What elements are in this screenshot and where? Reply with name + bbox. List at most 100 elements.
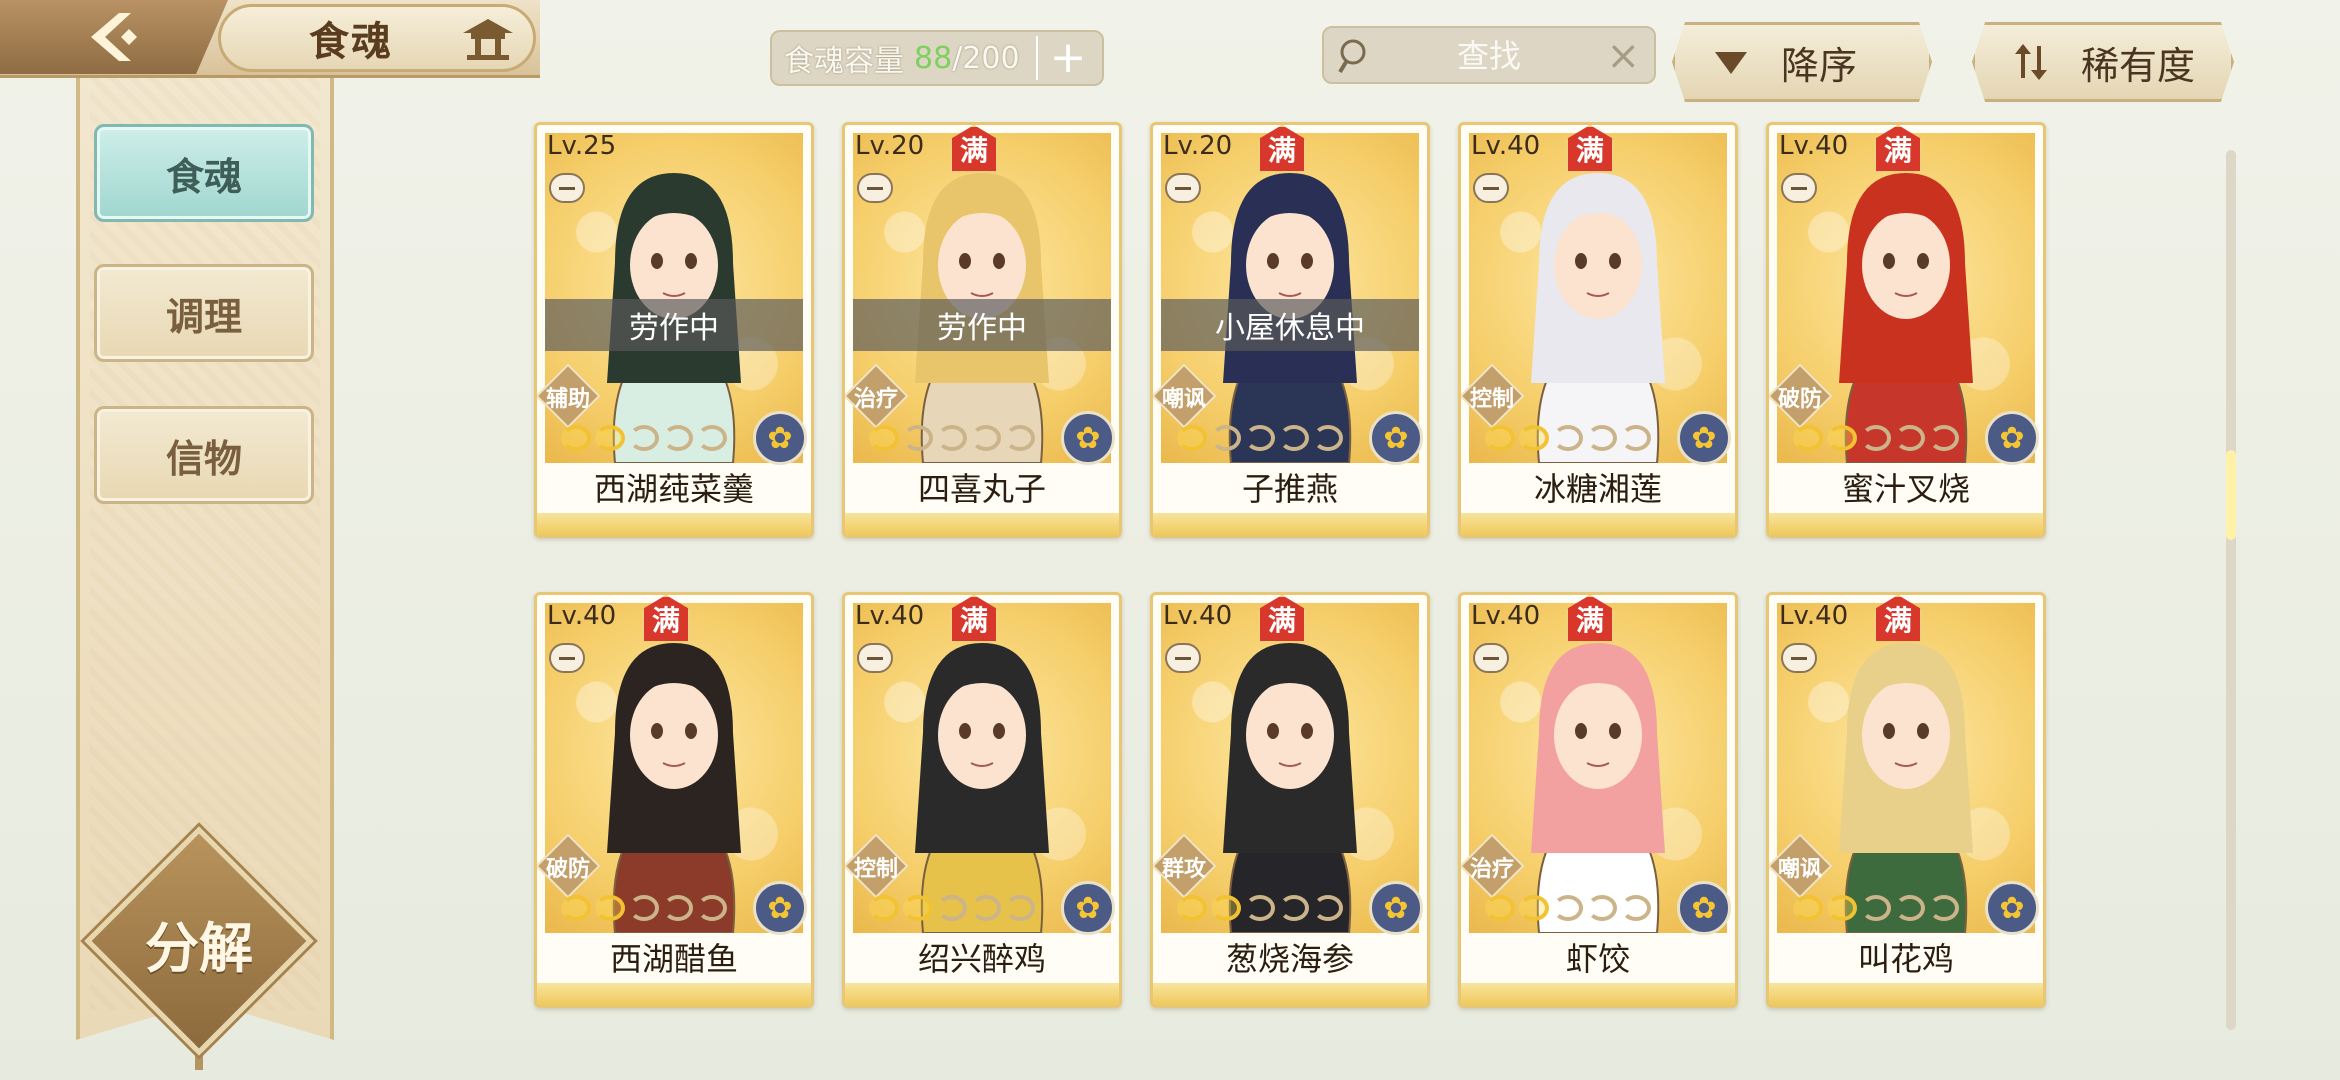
pavilion-icon [463, 19, 513, 60]
lock-toggle-icon[interactable] [1781, 173, 1817, 203]
role-tag: 辅助 [537, 363, 601, 429]
lock-toggle-icon[interactable] [1165, 643, 1201, 673]
scrollbar-thumb[interactable] [2226, 450, 2236, 540]
soul-card[interactable]: Lv.40 满嘲讽 ✿ 叫花鸡 [1766, 592, 2046, 1008]
soul-card[interactable]: Lv.20 满劳作中 治疗 ✿ 四喜丸子 [842, 122, 1122, 538]
soul-card[interactable]: Lv.40 满治疗 ✿ 虾饺 [1458, 592, 1738, 1008]
card-base-strip [537, 983, 811, 1005]
level-label: Lv.25 [547, 131, 617, 161]
star-icon [629, 425, 659, 451]
soul-name: 叫花鸡 [1857, 940, 1954, 978]
star-icon [1211, 895, 1241, 921]
soul-card[interactable]: Lv.40 满破防 ✿ 蜜汁叉烧 [1766, 122, 2046, 538]
star-icon [663, 895, 693, 921]
star-icon [903, 425, 933, 451]
star-rating [1485, 425, 1651, 451]
status-bar: 劳作中 [853, 299, 1111, 351]
soul-card[interactable]: Lv.40 满控制 ✿ 绍兴醉鸡 [842, 592, 1122, 1008]
star-icon [1861, 895, 1891, 921]
star-rating [1177, 425, 1343, 451]
star-icon [1929, 895, 1959, 921]
sort-key-button[interactable]: 稀有度 [1972, 22, 2234, 102]
star-icon [1621, 895, 1651, 921]
clear-search-button[interactable]: × [1606, 36, 1640, 76]
flower-icon: ✿ [1061, 881, 1115, 935]
star-rating [1485, 895, 1651, 921]
sort-order-button[interactable]: 降序 [1672, 22, 1932, 102]
star-icon [937, 895, 967, 921]
star-icon [869, 895, 899, 921]
search-input[interactable] [1384, 34, 1594, 78]
lock-toggle-icon[interactable] [549, 173, 585, 203]
star-icon [1827, 425, 1857, 451]
star-icon [1929, 425, 1959, 451]
lock-toggle-icon[interactable] [1473, 643, 1509, 673]
soul-card[interactable]: Lv.40 满群攻 ✿ 葱烧海参 [1150, 592, 1430, 1008]
lock-toggle-icon[interactable] [857, 643, 893, 673]
search-box[interactable]: × [1322, 26, 1656, 84]
star-rating [869, 895, 1035, 921]
flower-icon: ✿ [1985, 411, 2039, 465]
flower-icon: ✿ [1369, 881, 1423, 935]
soul-card[interactable]: Lv.20 满小屋休息中 嘲讽 ✿ 子推燕 [1150, 122, 1430, 538]
star-icon [1211, 425, 1241, 451]
sidebar-item-soul[interactable]: 食魂 [94, 124, 314, 222]
card-base-strip [1153, 513, 1427, 535]
role-tag: 治疗 [1461, 833, 1525, 899]
lock-toggle-icon[interactable] [1473, 173, 1509, 203]
star-icon [1245, 895, 1275, 921]
lock-toggle-icon[interactable] [857, 173, 893, 203]
level-label: Lv.20 [1163, 131, 1233, 161]
star-icon [1587, 425, 1617, 451]
star-rating [1793, 895, 1959, 921]
capacity-current: 88 [914, 40, 953, 76]
flower-icon: ✿ [753, 411, 807, 465]
sort-arrows-icon [2015, 44, 2047, 80]
flower-icon: ✿ [1061, 411, 1115, 465]
sidebar-item-token[interactable]: 信物 [94, 406, 314, 504]
star-icon [1245, 425, 1275, 451]
role-label: 破防 [545, 857, 590, 882]
scrollbar-track[interactable] [2226, 150, 2236, 1030]
flower-icon: ✿ [1985, 881, 2039, 935]
role-label: 辅助 [545, 387, 590, 412]
soul-card[interactable]: Lv.40 满破防 ✿ 西湖醋鱼 [534, 592, 814, 1008]
soul-card[interactable]: Lv.40 满控制 ✿ 冰糖湘莲 [1458, 122, 1738, 538]
role-tag: 嘲讽 [1153, 363, 1217, 429]
soul-card[interactable]: Lv.25 劳作中 辅助 ✿ 西湖莼菜羹 [534, 122, 814, 538]
star-rating [1177, 895, 1343, 921]
lock-toggle-icon[interactable] [549, 643, 585, 673]
star-icon [1519, 425, 1549, 451]
soul-name: 蜜汁叉烧 [1841, 470, 1970, 508]
star-icon [1519, 895, 1549, 921]
role-label: 控制 [1469, 387, 1514, 412]
lock-toggle-icon[interactable] [1781, 643, 1817, 673]
capacity-label: 食魂容量 [784, 44, 904, 79]
soul-name: 葱烧海参 [1225, 940, 1354, 978]
status-bar: 小屋休息中 [1161, 299, 1419, 351]
role-label: 控制 [853, 857, 898, 882]
role-label: 嘲讽 [1777, 857, 1822, 882]
star-icon [903, 895, 933, 921]
role-tag: 破防 [1769, 363, 1833, 429]
star-icon [1587, 895, 1617, 921]
card-base-strip [1769, 983, 2043, 1005]
star-icon [1793, 425, 1823, 451]
flower-icon: ✿ [753, 881, 807, 935]
role-tag: 群攻 [1153, 833, 1217, 899]
card-base-strip [1461, 983, 1735, 1005]
back-button[interactable] [0, 0, 228, 74]
star-icon [1793, 895, 1823, 921]
star-icon [561, 425, 591, 451]
sidebar-item-cultivate[interactable]: 调理 [94, 264, 314, 362]
lock-toggle-icon[interactable] [1165, 173, 1201, 203]
search-icon [1338, 39, 1366, 74]
star-icon [1621, 425, 1651, 451]
level-label: Lv.40 [1163, 601, 1233, 631]
expand-capacity-button[interactable]: + [1036, 36, 1098, 80]
sort-order-label: 降序 [1781, 43, 1858, 88]
soul-name: 西湖莼菜羹 [593, 470, 754, 508]
level-label: Lv.40 [1471, 601, 1541, 631]
role-label: 治疗 [1469, 857, 1514, 882]
role-tag: 控制 [1461, 363, 1525, 429]
